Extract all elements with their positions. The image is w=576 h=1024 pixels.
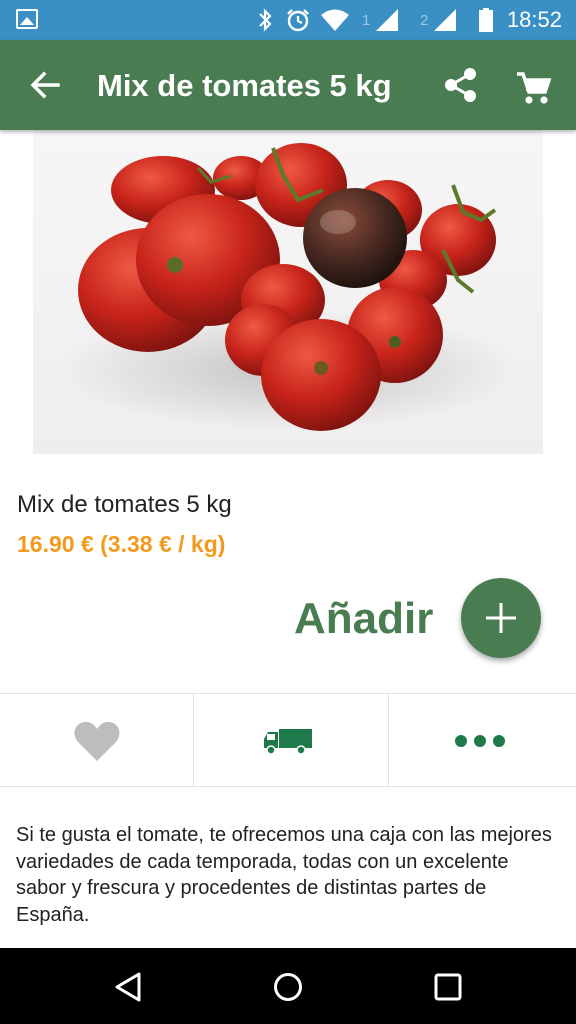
delivery-button[interactable] [195,694,389,786]
heart-icon [74,722,120,761]
battery-icon [479,8,493,32]
recents-square-icon[interactable] [434,973,462,1001]
product-name: Mix de tomates 5 kg [17,491,232,518]
share-icon[interactable] [442,66,480,104]
wifi-icon [321,9,349,31]
gallery-icon [16,9,38,29]
alarm-icon [287,9,309,32]
signal-icon [434,9,456,31]
add-to-cart-button[interactable] [461,578,541,658]
actions-row [0,693,576,787]
bluetooth-icon [259,8,272,32]
sim2-label: 2 [420,12,429,29]
plus-icon [486,603,516,633]
cart-icon[interactable] [514,70,552,108]
more-dots-icon [455,735,505,747]
clock: 18:52 [506,7,562,32]
status-bar: 1 2 18:52 [0,0,576,40]
truck-icon [264,729,312,755]
signal-icon [376,9,398,31]
home-circle-icon[interactable] [273,972,303,1002]
more-options-button[interactable] [390,694,576,786]
navigation-bar [0,948,576,1024]
app-bar: Mix de tomates 5 kg [0,40,576,130]
add-button-label[interactable]: Añadir [294,594,433,644]
product-image [33,130,543,454]
favorite-button[interactable] [0,694,194,786]
back-arrow-icon[interactable] [26,66,64,104]
page-title: Mix de tomates 5 kg [97,68,392,103]
back-triangle-icon[interactable] [114,972,142,1002]
product-price: 16.90 € (3.38 € / kg) [17,531,226,557]
product-description: Si te gusta el tomate, te ofrecemos una … [16,824,552,926]
sim1-label: 1 [362,12,371,29]
